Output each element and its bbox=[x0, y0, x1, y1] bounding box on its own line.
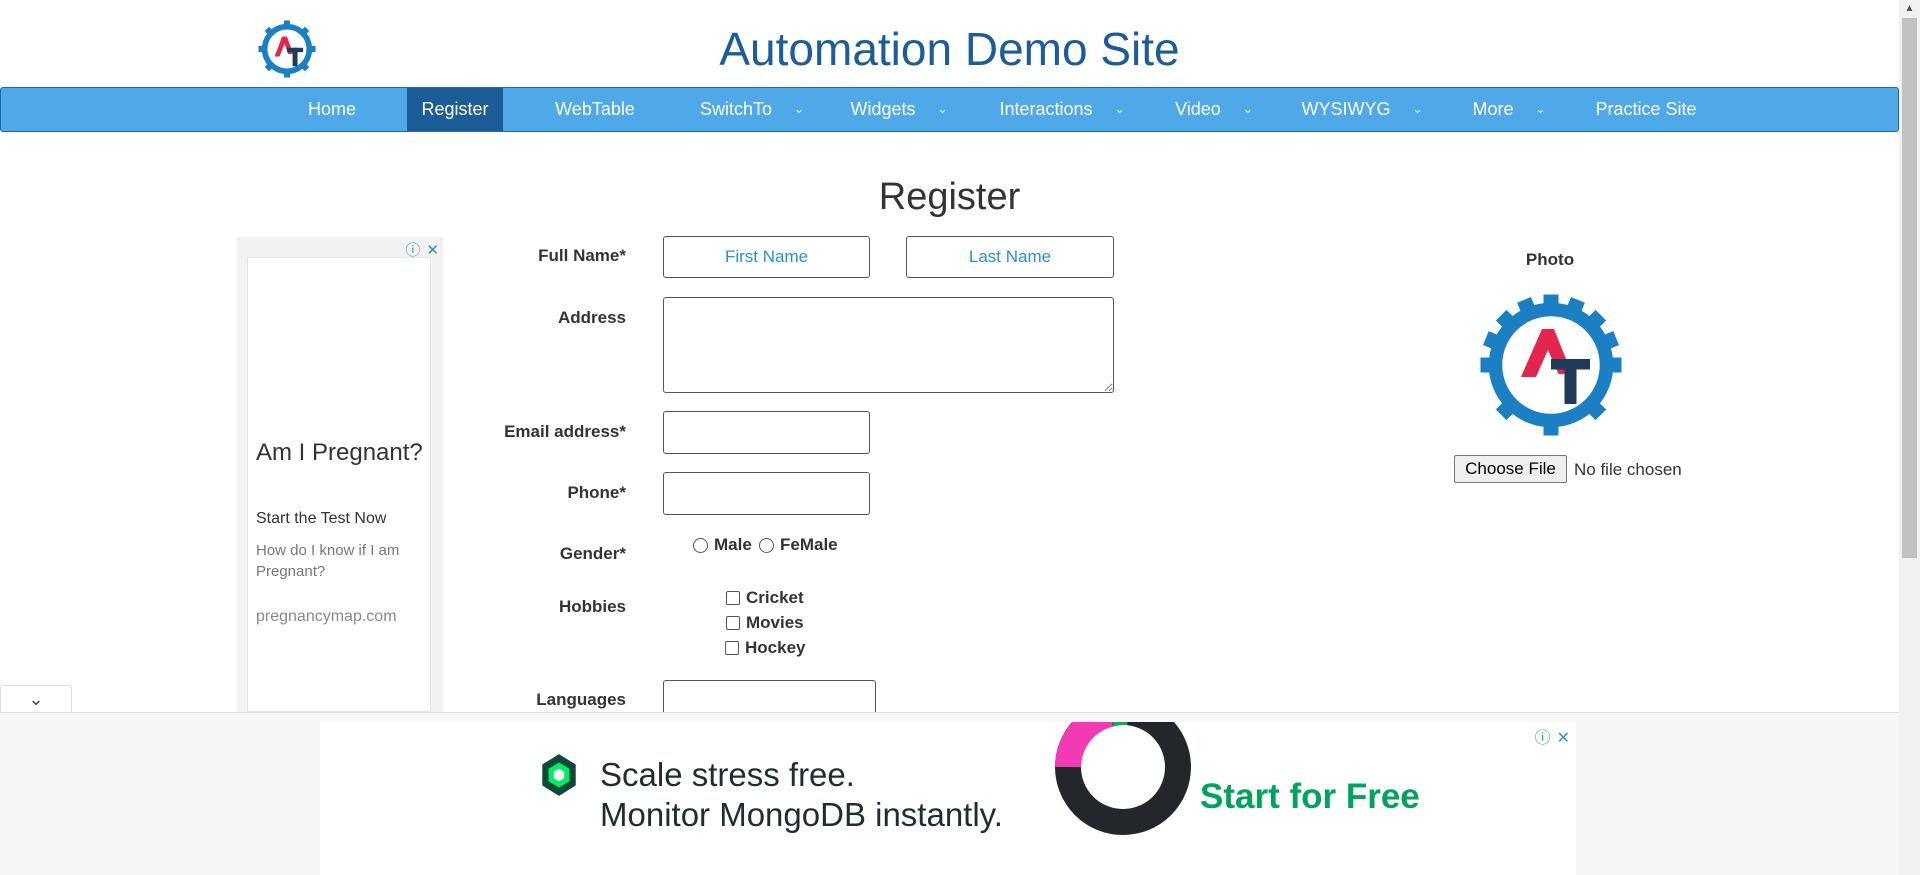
chevron-down-icon: ⌄ bbox=[1412, 102, 1423, 116]
chevron-down-icon: ⌄ bbox=[1535, 102, 1546, 116]
last-name-input[interactable] bbox=[906, 236, 1114, 278]
start-for-free-link[interactable]: Start for Free bbox=[1200, 777, 1420, 817]
nav-practice-site-label: Practice Site bbox=[1595, 99, 1697, 119]
hobby-hockey-option[interactable]: Hockey bbox=[725, 638, 805, 658]
main-navbar: Home Register WebTable SwitchTo ⌄ Widgets… bbox=[0, 87, 1899, 132]
nav-interactions[interactable]: Interactions ⌄ bbox=[997, 88, 1127, 131]
hockey-label: Hockey bbox=[745, 638, 806, 657]
address-label: Address bbox=[557, 308, 626, 327]
cricket-checkbox[interactable] bbox=[726, 591, 740, 605]
nav-register-label: Register bbox=[421, 99, 489, 119]
nav-home-label: Home bbox=[307, 99, 356, 119]
donut-graphic-icon bbox=[1055, 722, 1191, 835]
ad-domain-link[interactable]: pregnancymap.com bbox=[256, 608, 397, 626]
photo-preview-logo-icon bbox=[1480, 294, 1622, 436]
gender-label: Gender* bbox=[559, 544, 626, 563]
phone-label: Phone* bbox=[567, 483, 626, 502]
gender-male-option[interactable]: Male bbox=[693, 535, 752, 555]
email-input[interactable] bbox=[663, 411, 870, 454]
site-title: Automation Demo Site bbox=[719, 23, 1180, 75]
nav-wysiwyg-label: WYSIWYG bbox=[1301, 99, 1391, 119]
nav-webtable[interactable]: WebTable bbox=[541, 88, 649, 131]
hockey-checkbox[interactable] bbox=[725, 641, 739, 655]
phone-input[interactable] bbox=[663, 472, 870, 515]
nav-practice-site[interactable]: Practice Site bbox=[1591, 88, 1701, 131]
nav-more-label: More bbox=[1472, 99, 1514, 119]
vertical-scrollbar[interactable]: ▲ bbox=[1899, 0, 1920, 875]
languages-label: Languages bbox=[536, 690, 626, 709]
nav-switchto[interactable]: SwitchTo ⌄ bbox=[697, 88, 807, 131]
scroll-up-arrow-icon[interactable]: ▲ bbox=[1899, 0, 1920, 17]
cricket-label: Cricket bbox=[746, 588, 804, 607]
hobby-cricket-option[interactable]: Cricket bbox=[726, 588, 804, 608]
bottom-advertisement[interactable]: Scale stress free. Monitor MongoDB insta… bbox=[320, 722, 1576, 875]
chevron-down-icon: ⌄ bbox=[1242, 102, 1253, 116]
bottom-ad-line2: Monitor MongoDB instantly. bbox=[600, 796, 1003, 833]
left-advertisement[interactable]: ⓘ ✕ Am I Pregnant? Start the Test Now How… bbox=[237, 237, 443, 712]
ad-card[interactable]: Am I Pregnant? Start the Test Now How do… bbox=[247, 257, 431, 712]
nav-switchto-label: SwitchTo bbox=[699, 99, 772, 119]
nav-more[interactable]: More ⌄ bbox=[1469, 88, 1549, 131]
chevron-down-icon: ⌄ bbox=[28, 689, 44, 709]
male-label: Male bbox=[714, 535, 752, 554]
photo-label: Photo bbox=[1525, 250, 1575, 269]
info-icon[interactable]: ⓘ bbox=[1535, 730, 1551, 747]
male-radio[interactable] bbox=[693, 537, 708, 553]
nav-wysiwyg[interactable]: WYSIWYG ⌄ bbox=[1301, 88, 1423, 131]
nav-home[interactable]: Home bbox=[293, 88, 371, 131]
nav-interactions-label: Interactions bbox=[999, 99, 1093, 119]
ad-description: How do I know if I am Pregnant? bbox=[256, 542, 400, 580]
female-radio[interactable] bbox=[759, 537, 774, 553]
nav-register[interactable]: Register bbox=[407, 88, 503, 131]
movies-checkbox[interactable] bbox=[726, 616, 740, 630]
close-icon[interactable]: ✕ bbox=[1557, 730, 1570, 747]
hobbies-label: Hobbies bbox=[558, 597, 626, 616]
movies-label: Movies bbox=[746, 613, 804, 632]
chevron-down-icon: ⌄ bbox=[793, 102, 805, 116]
ad-heading: Am I Pregnant? bbox=[256, 439, 423, 466]
mongodb-leaf-logo-icon bbox=[542, 754, 576, 796]
nav-webtable-label: WebTable bbox=[555, 99, 635, 119]
full-name-label: Full Name* bbox=[538, 246, 626, 265]
email-label: Email address* bbox=[504, 422, 626, 441]
chevron-down-icon: ⌄ bbox=[1114, 102, 1125, 116]
first-name-input[interactable] bbox=[663, 236, 870, 278]
nav-widgets[interactable]: Widgets ⌄ bbox=[849, 88, 949, 131]
chevron-down-icon: ⌄ bbox=[937, 102, 948, 116]
nav-widgets-label: Widgets bbox=[850, 99, 916, 119]
gender-female-option[interactable]: FeMale bbox=[759, 535, 838, 555]
ad-subheading: Start the Test Now bbox=[256, 510, 387, 527]
scrollbar-thumb[interactable] bbox=[1902, 18, 1917, 558]
file-status-text: No file chosen bbox=[1574, 460, 1682, 479]
bottom-ad-copy: Scale stress free. Monitor MongoDB insta… bbox=[600, 755, 1003, 835]
page-title: Register bbox=[878, 176, 1021, 218]
bottom-ad-controls: ⓘ ✕ bbox=[1529, 724, 1570, 748]
female-label: FeMale bbox=[780, 535, 838, 554]
address-textarea[interactable] bbox=[663, 297, 1114, 393]
bottom-ad-line1: Scale stress free. bbox=[600, 756, 855, 793]
nav-video[interactable]: Video ⌄ bbox=[1171, 88, 1257, 131]
choose-file-button[interactable]: Choose File bbox=[1454, 455, 1567, 483]
nav-video-label: Video bbox=[1175, 99, 1221, 119]
ad-collapse-button[interactable]: ⌄ bbox=[0, 685, 72, 713]
hobby-movies-option[interactable]: Movies bbox=[726, 613, 804, 633]
